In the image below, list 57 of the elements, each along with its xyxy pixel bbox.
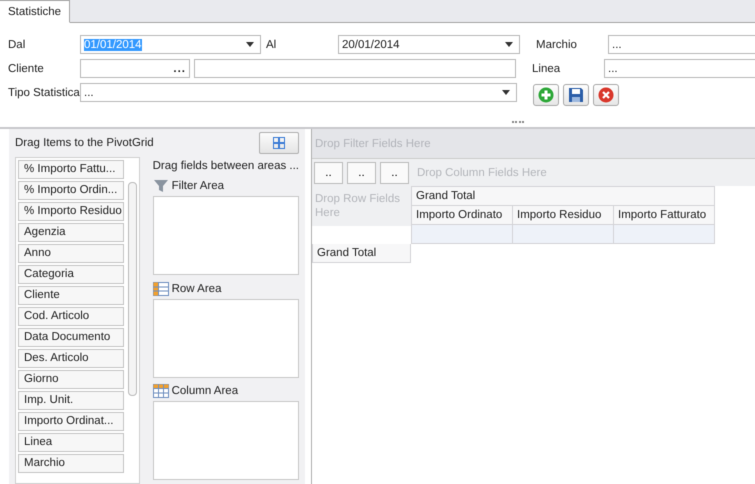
field-item[interactable]: Importo Ordinat... [18,412,124,431]
field-item[interactable]: Cod. Articolo [18,307,124,326]
field-label: Tipo Statistica [8,86,80,98]
field-item[interactable]: Imp. Unit. [18,391,124,410]
column-header: Importo Fatturato [614,206,714,224]
field-item[interactable]: Giorno [18,370,124,389]
field-item[interactable]: Data Documento [18,328,124,347]
hint-text: Drag fields between areas ... [152,160,299,174]
placeholder-text: Drop Column Fields Here [417,166,547,178]
close-icon [598,86,614,102]
column-header: Importo Ordinato [412,206,512,224]
field-item[interactable]: Categoria [18,265,124,284]
save-button[interactable] [563,84,589,106]
add-button[interactable] [533,84,559,106]
input-field[interactable]: ... [604,59,755,78]
row-header: Grand Total [312,244,411,263]
splitter-grip-icon[interactable] [512,121,524,125]
dropdown-caret-icon[interactable] [502,90,510,95]
input-field[interactable]: ... [608,35,755,54]
area-label: Row Area [172,282,222,295]
field-label: Linea [531,62,562,74]
tab[interactable]: Statistiche [0,0,70,23]
input-field[interactable] [194,59,516,78]
area-label: Column Area [172,385,238,398]
dropdown-field[interactable]: ... [80,83,517,102]
column-header: Grand Total [412,186,714,206]
field-item[interactable]: Linea [18,433,124,452]
data-field-button[interactable]: .. [347,162,376,184]
data-field-button[interactable]: .. [314,162,343,184]
field-item[interactable]: Anno [18,244,124,263]
field-label: Dal [8,38,26,50]
data-field-button[interactable]: .. [380,162,409,184]
delete-button[interactable] [593,84,619,106]
grid-layout-icon [273,137,285,149]
field-label: Cliente [8,62,45,74]
field-item[interactable]: % Importo Ordin... [18,181,124,200]
area-label: Filter Area [172,180,224,192]
field-item[interactable]: % Importo Fattu... [18,160,124,179]
field-label: Al [265,38,278,50]
field-item[interactable]: % Importo Residuo [18,202,124,221]
field-item[interactable]: Cliente [18,286,124,305]
table-columns-icon [152,384,169,398]
layout-button[interactable] [259,132,299,154]
plus-icon [538,86,554,102]
date-field[interactable]: 20/01/2014 [338,35,520,54]
table-rows-icon [152,282,169,296]
field-item[interactable]: Agenzia [18,223,124,242]
dropdown-caret-icon[interactable] [246,42,254,47]
field-item[interactable]: Marchio [18,454,124,473]
field-label: Marchio [535,38,578,50]
lookup-field[interactable]: ... [80,59,190,78]
field-item[interactable]: Des. Articolo [18,349,124,368]
placeholder-text: Drop Row Fields Here [315,193,400,219]
column-header: Importo Residuo [512,206,614,224]
panel-title: Drag Items to the PivotGrid [15,137,154,149]
ellipsis-button[interactable]: ... [84,62,186,74]
dropdown-caret-icon[interactable] [505,42,513,47]
